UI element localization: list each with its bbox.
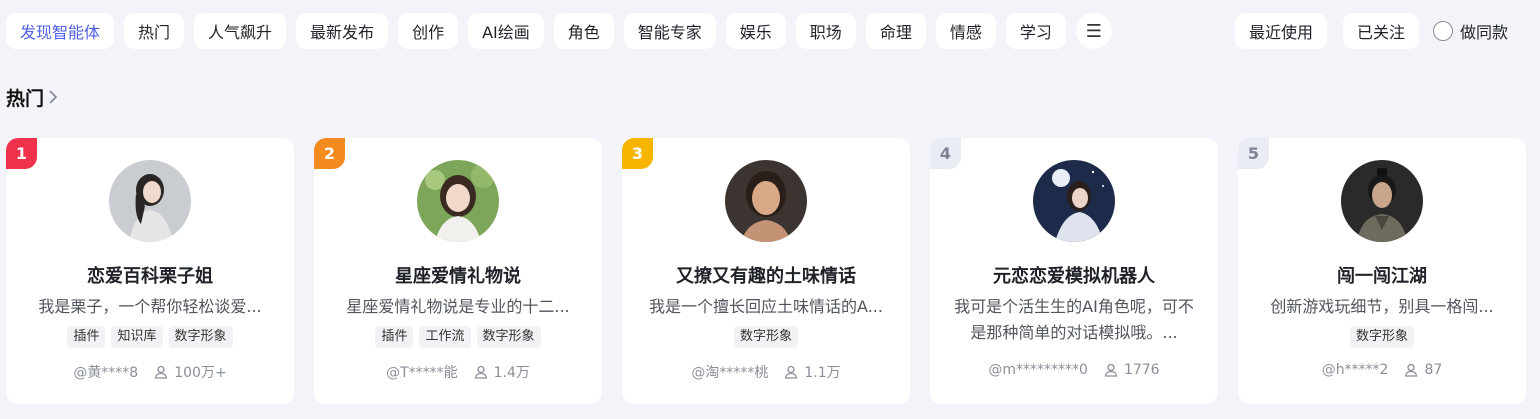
author-name: @黄****8 — [73, 365, 139, 381]
user-count: 1.1万 — [804, 365, 841, 381]
agent-card[interactable]: 5 闯一闯江湖 创新游戏玩细节，别具一格闯... 数字形象 @h*****2 8… — [1238, 138, 1526, 404]
tab-discover-agents[interactable]: 发现智能体 — [6, 13, 115, 49]
tag: 数字形象 — [168, 326, 233, 348]
radio-circle-icon — [1433, 21, 1454, 41]
rank-badge: 1 — [6, 138, 37, 169]
agent-meta: @黄****8 100万+ — [6, 362, 294, 382]
agent-meta: @T*****能 1.4万 — [314, 362, 602, 382]
agent-meta: @淘*****桃 1.1万 — [622, 362, 910, 382]
avatar — [417, 160, 499, 242]
chevron-right-icon — [48, 88, 60, 106]
avatar — [1341, 160, 1423, 242]
tab-creation[interactable]: 创作 — [398, 13, 459, 49]
agent-card[interactable]: 3 又撩又有趣的土味情话 我是一个擅长回应土味情话的A... 数字形象 @淘**… — [622, 138, 910, 404]
agent-description: 创新游戏玩细节，别具一格闯... — [1270, 297, 1494, 316]
agent-meta: @m*********0 1776 — [930, 362, 1218, 378]
user-count: 1776 — [1123, 362, 1160, 378]
agent-description: 我可是个活生生的AI角色呢，可不是那种简单的对话模拟哦。... — [954, 297, 1194, 342]
agent-title: 恋爱百科栗子姐 — [87, 266, 213, 287]
user-icon — [1104, 363, 1118, 377]
user-count: 87 — [1424, 362, 1443, 378]
tab-entertainment[interactable]: 娱乐 — [725, 13, 786, 49]
tag: 插件 — [375, 326, 414, 348]
make-same-label: 做同款 — [1460, 23, 1509, 42]
agent-card-list: 1 恋爱百科栗子姐 我是栗子，一个帮你轻松谈爱... 插件 知识库 数字形象 @… — [6, 138, 1540, 404]
user-icon — [784, 365, 798, 379]
tag: 数字形象 — [1349, 326, 1414, 348]
section-title: 热门 — [6, 87, 45, 110]
agent-description: 我是栗子，一个帮你轻松谈爱... — [38, 297, 262, 316]
agent-title: 闯一闯江湖 — [1337, 266, 1427, 287]
tag: 工作流 — [419, 326, 471, 348]
user-icon — [154, 365, 168, 379]
tab-trending[interactable]: 人气飙升 — [194, 13, 287, 49]
tab-expert[interactable]: 智能专家 — [623, 13, 716, 49]
tag: 知识库 — [111, 326, 163, 348]
avatar — [109, 160, 191, 242]
agent-title: 星座爱情礼物说 — [395, 266, 521, 287]
rank-badge: 5 — [1238, 138, 1269, 169]
tab-following[interactable]: 已关注 — [1343, 13, 1420, 49]
tag-list: 插件 工作流 数字形象 — [314, 326, 602, 348]
more-tabs-icon[interactable]: ☰ — [1075, 13, 1112, 49]
author-name: @h*****2 — [1321, 362, 1389, 378]
tag: 数字形象 — [476, 326, 541, 348]
tab-fortune[interactable]: 命理 — [865, 13, 926, 49]
tag: 插件 — [67, 326, 106, 348]
tab-role[interactable]: 角色 — [553, 13, 614, 49]
make-same-toggle[interactable]: 做同款 — [1433, 19, 1508, 43]
agent-card[interactable]: 1 恋爱百科栗子姐 我是栗子，一个帮你轻松谈爱... 插件 知识库 数字形象 @… — [6, 138, 294, 404]
agent-title: 又撩又有趣的土味情话 — [676, 266, 856, 287]
agent-description: 我是一个擅长回应土味情话的A... — [649, 297, 883, 316]
rank-badge: 2 — [314, 138, 345, 169]
avatar — [725, 160, 807, 242]
tab-ai-painting[interactable]: AI绘画 — [468, 13, 544, 49]
author-name: @T*****能 — [386, 365, 458, 381]
tab-study[interactable]: 学习 — [1005, 13, 1066, 49]
tab-workplace[interactable]: 职场 — [795, 13, 856, 49]
agent-card[interactable]: 4 元恋恋爱模拟机器人 我可是个活生生的AI角色呢，可不是那种简单的对话模拟哦。… — [930, 138, 1218, 404]
tag-list: 数字形象 — [1238, 326, 1526, 348]
tag: 数字形象 — [733, 326, 798, 348]
agent-meta: @h*****2 87 — [1238, 362, 1526, 378]
author-name: @淘*****桃 — [691, 365, 769, 381]
avatar — [1033, 160, 1115, 242]
rank-badge: 3 — [622, 138, 653, 169]
tab-newest[interactable]: 最新发布 — [296, 13, 389, 49]
user-icon — [1404, 363, 1418, 377]
rank-badge: 4 — [930, 138, 961, 169]
agent-title: 元恋恋爱模拟机器人 — [993, 266, 1155, 287]
tab-recently-used[interactable]: 最近使用 — [1235, 13, 1328, 49]
user-icon — [474, 365, 488, 379]
agent-description: 星座爱情礼物说是专业的十二... — [346, 297, 570, 316]
author-name: @m*********0 — [988, 362, 1088, 378]
tab-hot[interactable]: 热门 — [124, 13, 185, 49]
tag-list: 插件 知识库 数字形象 — [6, 326, 294, 348]
right-tabs: 最近使用 已关注 做同款 — [1235, 12, 1508, 50]
tag-list: 数字形象 — [622, 326, 910, 348]
agent-card[interactable]: 2 星座爱情礼物说 星座爱情礼物说是专业的十二... 插件 工作流 数字形象 @… — [314, 138, 602, 404]
user-count: 100万+ — [174, 365, 227, 381]
section-header-hot[interactable]: 热门 — [6, 82, 60, 112]
tab-emotion[interactable]: 情感 — [935, 13, 996, 49]
user-count: 1.4万 — [493, 365, 530, 381]
